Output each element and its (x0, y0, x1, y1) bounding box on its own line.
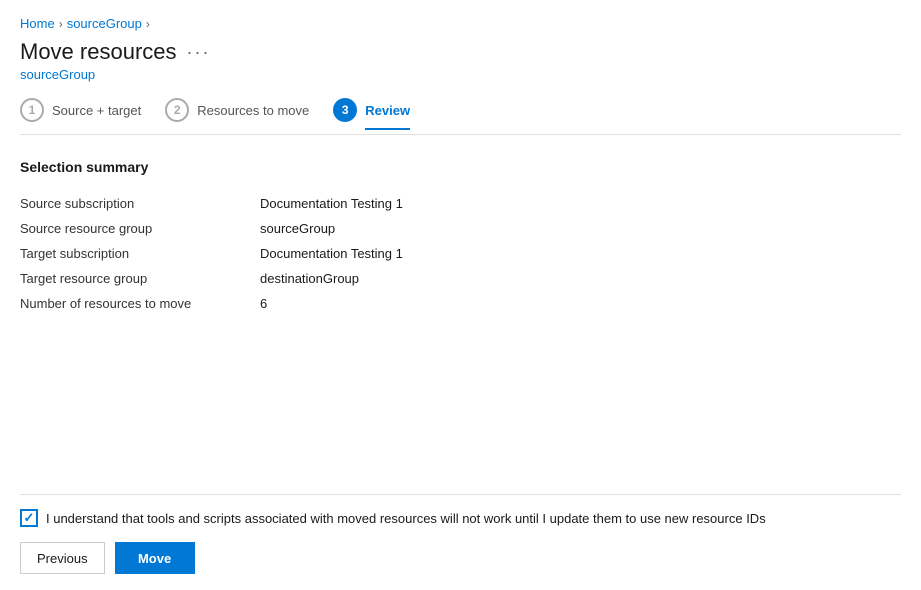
summary-value: destinationGroup (260, 266, 901, 291)
step-2-circle: 2 (165, 98, 189, 122)
wizard-step-3[interactable]: 3 Review (333, 98, 410, 122)
summary-value: Documentation Testing 1 (260, 241, 901, 266)
breadcrumb-sep1: › (59, 17, 63, 31)
step-2-label: Resources to move (197, 103, 309, 118)
wizard-step-1[interactable]: 1 Source + target (20, 98, 141, 122)
table-row: Source subscriptionDocumentation Testing… (20, 191, 901, 216)
acknowledgment-checkbox[interactable]: ✓ (20, 509, 38, 527)
move-button[interactable]: Move (115, 542, 195, 574)
acknowledgment-row: ✓ I understand that tools and scripts as… (20, 509, 901, 528)
wizard-steps: 1 Source + target 2 Resources to move 3 … (20, 98, 901, 135)
summary-table: Source subscriptionDocumentation Testing… (20, 191, 901, 316)
breadcrumb-sep2: › (146, 17, 150, 31)
summary-label: Target resource group (20, 266, 260, 291)
source-group-link[interactable]: sourceGroup (20, 67, 901, 82)
breadcrumb-home[interactable]: Home (20, 16, 55, 31)
selection-summary-section: Selection summary Source subscriptionDoc… (20, 159, 901, 336)
bottom-bar: ✓ I understand that tools and scripts as… (20, 494, 901, 590)
summary-label: Source resource group (20, 216, 260, 241)
table-row: Source resource groupsourceGroup (20, 216, 901, 241)
summary-label: Number of resources to move (20, 291, 260, 316)
buttons-row: Previous Move (20, 542, 901, 574)
table-row: Target resource groupdestinationGroup (20, 266, 901, 291)
breadcrumb-group[interactable]: sourceGroup (67, 16, 142, 31)
more-options-button[interactable]: ··· (187, 42, 211, 63)
summary-value: Documentation Testing 1 (260, 191, 901, 216)
step-3-circle: 3 (333, 98, 357, 122)
step-1-circle: 1 (20, 98, 44, 122)
summary-label: Target subscription (20, 241, 260, 266)
table-row: Number of resources to move6 (20, 291, 901, 316)
wizard-step-2[interactable]: 2 Resources to move (165, 98, 309, 122)
page-title: Move resources (20, 39, 177, 65)
summary-value: sourceGroup (260, 216, 901, 241)
checkbox-check-icon: ✓ (24, 511, 35, 524)
page-header: Move resources ··· (20, 39, 901, 65)
acknowledgment-text: I understand that tools and scripts asso… (46, 509, 766, 528)
table-row: Target subscriptionDocumentation Testing… (20, 241, 901, 266)
summary-value: 6 (260, 291, 901, 316)
breadcrumb: Home › sourceGroup › (20, 16, 901, 31)
summary-label: Source subscription (20, 191, 260, 216)
step-3-label: Review (365, 103, 410, 130)
previous-button[interactable]: Previous (20, 542, 105, 574)
step-1-label: Source + target (52, 103, 141, 118)
section-title: Selection summary (20, 159, 901, 175)
